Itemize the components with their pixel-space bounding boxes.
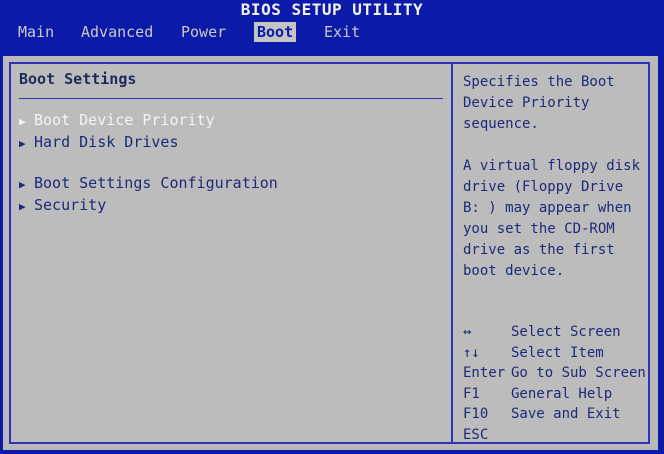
help-text: Specifies the Boot Device Priority seque…: [463, 72, 645, 303]
menu-item-label: Security: [34, 196, 107, 214]
tab-exit[interactable]: Exit: [321, 22, 363, 42]
arrow-right-icon: ▶: [19, 200, 26, 213]
key-desc: General Help: [511, 385, 613, 402]
key-row: ↑↓ Select Item: [463, 343, 647, 364]
tab-power[interactable]: Power: [178, 22, 229, 42]
tab-bar: Main Advanced Power Boot Exit: [0, 20, 664, 44]
key-desc: Select Screen: [511, 324, 621, 340]
key-desc: Save and Exit: [511, 406, 621, 422]
help-pane: Specifies the Boot Device Priority seque…: [453, 62, 650, 444]
key-desc: [511, 425, 647, 446]
key-row: ↔ Select Screen: [463, 322, 647, 343]
key-row: ESC: [463, 425, 647, 446]
key-desc: Go to Sub Screen: [511, 365, 646, 381]
key-name: ↑↓: [463, 344, 480, 361]
menu-item-hard-disk-drives[interactable]: ▶ Hard Disk Drives: [19, 132, 179, 152]
main-frame: Boot Settings ▶ Boot Device Priority ▶ Har…: [3, 56, 658, 450]
help-paragraph: A virtual floppy disk drive (Floppy Driv…: [463, 158, 641, 279]
window-title: BIOS SETUP UTILITY: [0, 0, 664, 20]
tab-main[interactable]: Main: [15, 22, 57, 42]
arrow-right-icon: ▶: [19, 178, 26, 191]
arrow-right-icon: ▶: [19, 137, 26, 150]
tab-boot[interactable]: Boot: [254, 22, 297, 42]
key-name: ESC: [463, 426, 489, 443]
key-row: Enter Go to Sub Screen: [463, 363, 647, 384]
help-paragraph: Specifies the Boot Device Priority seque…: [463, 74, 615, 132]
tab-advanced[interactable]: Advanced: [78, 22, 156, 42]
key-name: F1: [463, 385, 480, 402]
menu-item-boot-settings-configuration[interactable]: ▶ Boot Settings Configuration: [19, 173, 278, 193]
section-divider: [19, 98, 443, 99]
arrow-right-icon: ▶: [19, 115, 26, 128]
key-legend: ↔ Select Screen ↑↓ Select Item Enter Go …: [463, 322, 647, 445]
menu-item-boot-device-priority[interactable]: ▶ Boot Device Priority: [19, 110, 215, 130]
key-row: F10 Save and Exit: [463, 404, 647, 425]
bios-screen: BIOS SETUP UTILITY Main Advanced Power B…: [0, 0, 664, 454]
key-row: F1 General Help: [463, 384, 647, 405]
menu-item-label: Boot Settings Configuration: [34, 174, 278, 192]
menu-item-label: Hard Disk Drives: [34, 133, 179, 151]
key-name: F10: [463, 406, 489, 422]
section-title: Boot Settings: [19, 70, 137, 88]
settings-pane: Boot Settings ▶ Boot Device Priority ▶ Har…: [9, 62, 453, 444]
key-desc: Select Item: [511, 344, 604, 361]
key-name: Enter: [463, 365, 506, 381]
menu-item-security[interactable]: ▶ Security: [19, 195, 106, 215]
menu-item-label: Boot Device Priority: [34, 111, 215, 129]
key-name: ↔: [463, 324, 472, 340]
